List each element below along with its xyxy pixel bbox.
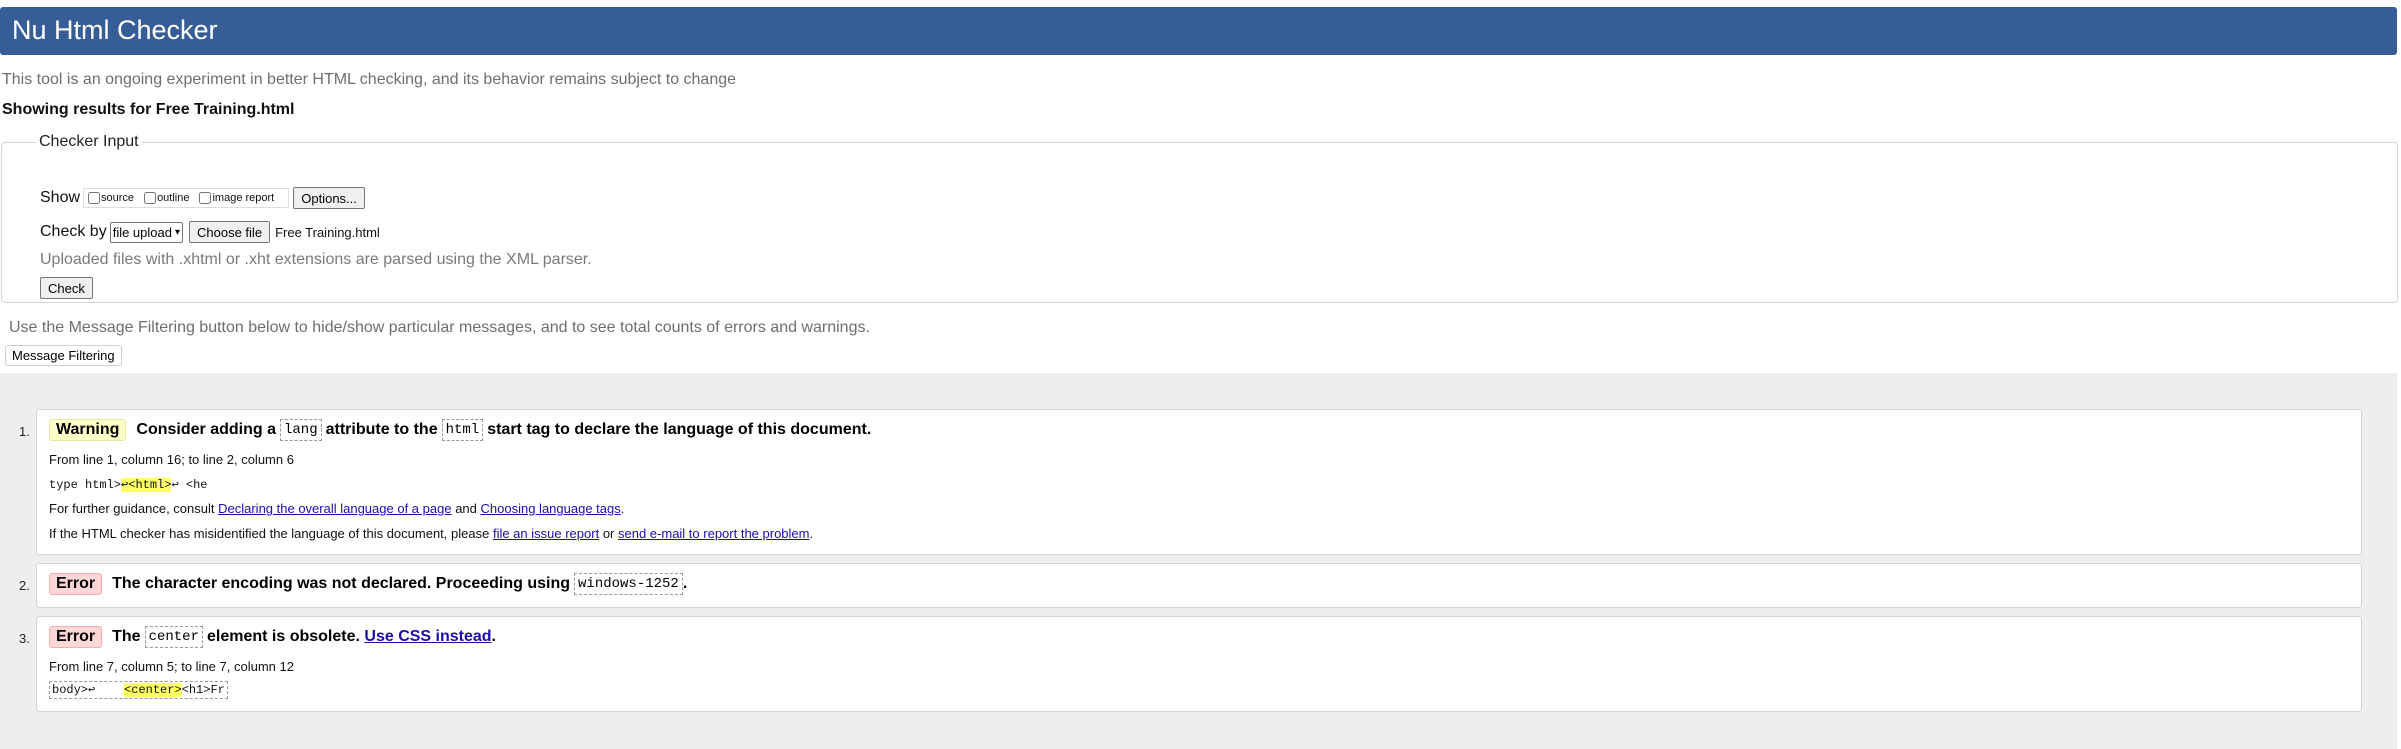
message-number: 2. <box>19 578 30 593</box>
misid-end: . <box>809 526 814 541</box>
show-options-row: Show source outline image report Options… <box>40 187 365 209</box>
warning-badge: Warning <box>49 419 127 441</box>
message-number: 1. <box>19 424 30 439</box>
message-text: The character encoding was not declared.… <box>112 575 571 592</box>
check-by-select[interactable]: file upload ▾ <box>109 221 184 243</box>
misid-prefix: If the HTML checker has misidentified th… <box>49 526 490 541</box>
guidance-and: and <box>455 501 477 516</box>
code-encoding: windows-1252 <box>574 573 683 595</box>
check-by-label: Check by <box>40 223 107 240</box>
misidentified-line: If the HTML checker has misidentified th… <box>49 526 813 541</box>
message-text: element is obsolete. <box>207 628 360 645</box>
message-item: 2. Error The character encoding was not … <box>19 563 2362 608</box>
message-location: From line 7, column 5; to line 7, column… <box>49 659 294 674</box>
showing-results-label: Showing results for Free Training.html <box>2 101 295 118</box>
checker-input-legend: Checker Input <box>39 133 139 150</box>
message-text: attribute to the <box>325 421 438 438</box>
message-item: 3. Error The center element is obsolete.… <box>19 616 2362 712</box>
declaring-language-link[interactable]: Declaring the overall language of a page <box>218 501 451 516</box>
message-number: 3. <box>19 631 30 646</box>
guidance-line: For further guidance, consult Declaring … <box>49 501 624 516</box>
message-text: start tag to declare the language of thi… <box>487 421 872 438</box>
extract-highlight: ↩<html> <box>121 478 172 492</box>
guidance-end: . <box>620 501 625 516</box>
check-button[interactable]: Check <box>40 277 93 299</box>
extract-after: ↩ <he <box>171 478 208 492</box>
options-button[interactable]: Options... <box>293 187 365 209</box>
extract-box: body>↩ <center><h1>Fr <box>49 681 228 699</box>
code-center: center <box>144 626 203 648</box>
chevron-down-icon: ▾ <box>174 226 181 238</box>
message-text: Consider adding a <box>136 421 276 438</box>
code-html: html <box>441 419 484 441</box>
message-item: 1. Warning Consider adding a lang attrib… <box>19 409 2362 555</box>
extract-before: type html> <box>49 478 122 492</box>
message-title: Warning Consider adding a lang attribute… <box>49 419 871 441</box>
xml-parser-note: Uploaded files with .xhtml or .xht exten… <box>40 251 592 268</box>
page-title: Nu Html Checker <box>12 15 218 45</box>
file-issue-link[interactable]: file an issue report <box>493 526 599 541</box>
message-text: . <box>491 628 496 645</box>
code-extract: type html>↩<html>↩ <he <box>49 477 207 492</box>
message-title: Error The center element is obsolete. Us… <box>49 626 496 648</box>
filter-note: Use the Message Filtering button below t… <box>9 319 870 336</box>
source-label: source <box>101 192 135 204</box>
message-location: From line 1, column 16; to line 2, colum… <box>49 452 294 467</box>
check-by-row: Check by file upload ▾ Choose file Free … <box>40 221 380 243</box>
choose-file-button[interactable]: Choose file <box>189 221 271 243</box>
error-badge: Error <box>49 573 103 595</box>
extract-after: <h1>Fr <box>181 683 225 697</box>
app-header: Nu Html Checker <box>0 7 2397 55</box>
guidance-prefix: For further guidance, consult <box>49 501 215 516</box>
outline-checkbox[interactable] <box>144 192 157 204</box>
send-email-link[interactable]: send e-mail to report the problem <box>618 526 809 541</box>
extract-highlight: <center> <box>124 683 182 697</box>
error-badge: Error <box>49 626 103 648</box>
message-title: Error The character encoding was not dec… <box>49 573 687 595</box>
show-label: Show <box>40 189 81 206</box>
extract-before: body>↩ <box>52 683 125 697</box>
choosing-language-tags-link[interactable]: Choosing language tags <box>481 501 621 516</box>
image-report-checkbox[interactable] <box>199 192 212 204</box>
intro-text: This tool is an ongoing experiment in be… <box>2 71 737 88</box>
code-lang: lang <box>279 419 322 441</box>
source-checkbox[interactable] <box>88 192 101 204</box>
selected-file-name: Free Training.html <box>275 224 380 240</box>
message-filtering-button[interactable]: Message Filtering <box>5 345 122 366</box>
check-by-value: file upload <box>112 224 172 240</box>
results-panel: 1. Warning Consider adding a lang attrib… <box>0 373 2397 749</box>
use-css-link[interactable]: Use CSS instead <box>364 628 491 646</box>
show-options-group: source outline image report <box>83 188 290 208</box>
checker-input-fieldset: Checker Input Show source outline image … <box>1 133 2398 303</box>
message-text: . <box>682 575 688 592</box>
code-extract: body>↩ <center><h1>Fr <box>49 681 228 699</box>
outline-label: outline <box>157 192 190 204</box>
message-text: The <box>112 628 141 645</box>
image-report-label: image report <box>212 192 275 204</box>
misid-or: or <box>602 526 615 541</box>
